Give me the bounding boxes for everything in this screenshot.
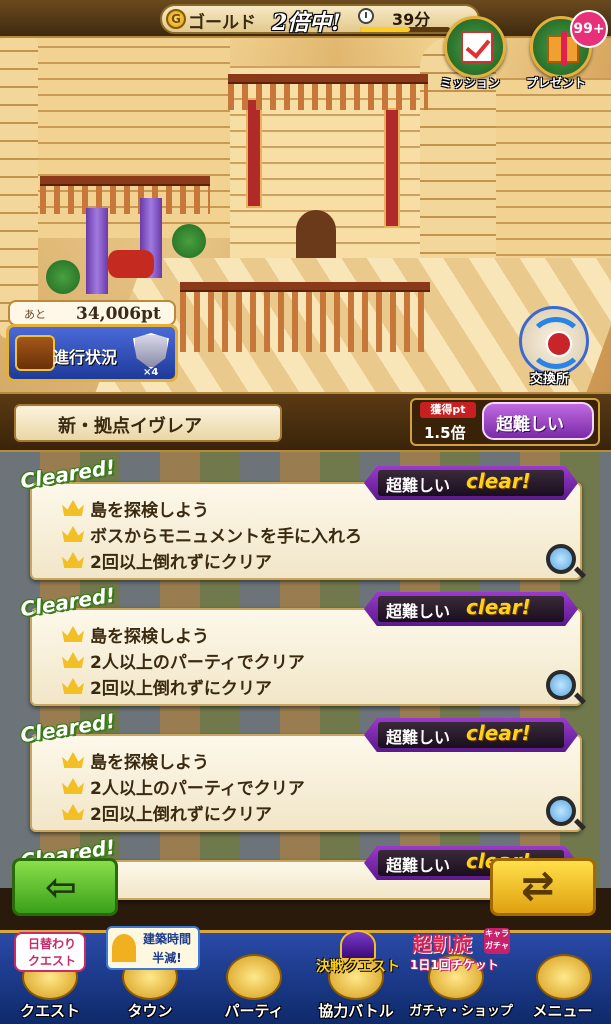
nav-party[interactable]: パーティ [204, 950, 304, 1024]
purple-curtain [86, 208, 108, 294]
ribbon-difficulty: 超難しい [386, 602, 451, 621]
quest-objective: 2人以上のパーティでクリア [90, 653, 305, 673]
nav-label: ガチャ・ショップ [409, 1004, 513, 1019]
back-button[interactable]: ⇦ [12, 858, 118, 916]
crown-icon [62, 752, 84, 768]
gold-label: ゴールド [188, 13, 256, 33]
balcony-rail [228, 74, 428, 84]
daily-quest-badge: 日替わり クエスト [14, 932, 86, 972]
potted-plant [46, 260, 80, 294]
balustrade [180, 292, 430, 352]
quest-objective: 2人以上のパーティでクリア [90, 779, 305, 799]
clock-icon [358, 8, 374, 24]
ribbon-clear: clear! [466, 721, 531, 745]
swap-arrows-icon: ⇄ [521, 863, 555, 909]
potted-plant [172, 224, 206, 258]
shield-item-icon [133, 333, 169, 369]
crown-icon [62, 652, 84, 668]
red-banner [246, 98, 262, 208]
exchange-label: 交換所 [530, 372, 570, 387]
crown-icon [62, 500, 84, 516]
boost-time-fill [360, 27, 410, 32]
build-line1: 建築時間 [142, 932, 191, 946]
nav-label: タウン [127, 1002, 173, 1020]
difficulty-ribbon: 超難しい clear! [364, 718, 578, 752]
point-bonus-value: 1.5倍 [424, 424, 466, 442]
quest-objective: 島を探検しよう [90, 501, 209, 521]
difficulty-ribbon: 超難しい clear! [364, 466, 578, 500]
present-count-badge: 99+ [570, 10, 608, 48]
balustrade [40, 186, 210, 214]
red-banner [384, 108, 400, 228]
decisive-quest-label: 決戦クエスト [316, 959, 400, 975]
exchange-button[interactable] [519, 306, 589, 376]
switch-button[interactable]: ⇄ [490, 858, 596, 916]
screen: G ゴールド 2倍中! 39分 ミッション プレゼント 99+ 交換所 あと 3… [0, 0, 611, 1024]
stage-title: 新・拠点イヴレア [58, 416, 202, 437]
ribbon-difficulty: 超難しい [386, 476, 451, 495]
quest-objective: 島を探検しよう [90, 753, 209, 773]
quest-objective: 2回以上倒れずにクリア [90, 805, 272, 825]
magnifier-icon[interactable] [546, 796, 576, 826]
gold-coin-icon: G [166, 9, 186, 29]
red-sofa [108, 250, 154, 278]
construction-icon [112, 934, 136, 962]
gacha-ticket-badge: 超凱旋 キャラガチャ 1日1回チケット [410, 926, 510, 972]
difficulty-ribbon: 超難しい clear! [364, 592, 578, 626]
nav-label: メニュー [532, 1002, 593, 1020]
build-time-badge: 建築時間半減! [106, 926, 200, 970]
balcony-rail [180, 282, 430, 292]
ribbon-clear: clear! [466, 595, 531, 619]
point-bonus-label: 獲得pt [420, 402, 476, 418]
balustrade [228, 84, 428, 110]
gacha-badge-ticket: 1日1回チケット [410, 958, 499, 972]
nav-menu[interactable]: メニュー [514, 950, 611, 1024]
item-count: ×4 [143, 367, 159, 378]
quest-objective: 2回以上倒れずにクリア [90, 679, 272, 699]
quest-objective: 島を探検しよう [90, 627, 209, 647]
crown-icon [62, 526, 84, 542]
nav-label: クエスト [19, 1002, 80, 1020]
remaining-points-box: あと 34,006pt [8, 300, 176, 326]
crown-icon [62, 804, 84, 820]
nav-label: パーティ [224, 1002, 284, 1020]
treasure-chest-icon [15, 335, 55, 371]
gacha-badge-title: 超凱旋 [412, 932, 472, 956]
remaining-points: 34,006pt [76, 304, 161, 324]
remaining-prefix: あと [24, 308, 46, 321]
gacha-badge-side: キャラガチャ [484, 928, 510, 954]
exchange-coin-icon [546, 331, 572, 357]
castle-tower-left [0, 38, 38, 338]
menu-scroll-icon [536, 954, 592, 1000]
build-line2: 半減! [152, 951, 182, 965]
progress-status-label: 進行状況 [53, 348, 118, 367]
ribbon-difficulty: 超難しい [386, 856, 451, 875]
back-arrow-icon: ⇦ [45, 865, 77, 909]
progress-status-button[interactable]: 進行状況 ×4 [6, 324, 178, 382]
difficulty-label: 超難しい [496, 415, 564, 435]
crown-icon [62, 626, 84, 642]
magnifier-icon[interactable] [546, 544, 576, 574]
balcony-rail [40, 176, 210, 186]
mission-checklist-icon [461, 31, 493, 63]
party-icon [226, 954, 282, 1000]
mission-button[interactable] [444, 16, 506, 78]
daily-line2: クエスト [27, 954, 76, 968]
quest-objective: ボスからモニュメントを手に入れろ [90, 527, 362, 547]
crown-icon [62, 678, 84, 694]
crown-icon [62, 778, 84, 794]
daily-line1: 日替わり [27, 937, 76, 951]
gold-multiplier: 2倍中! [272, 10, 341, 36]
boost-time-bar [360, 27, 450, 32]
quest-objective: 2回以上倒れずにクリア [90, 553, 272, 573]
magnifier-icon[interactable] [546, 670, 576, 700]
present-label: プレゼント [526, 76, 587, 90]
mission-label: ミッション [440, 76, 501, 90]
crown-icon [62, 552, 84, 568]
ribbon-clear: clear! [466, 469, 531, 493]
nav-label: 協力バトル [318, 1002, 394, 1020]
decisive-quest-badge: 決戦クエスト [310, 930, 406, 975]
ribbon-difficulty: 超難しい [386, 728, 451, 747]
